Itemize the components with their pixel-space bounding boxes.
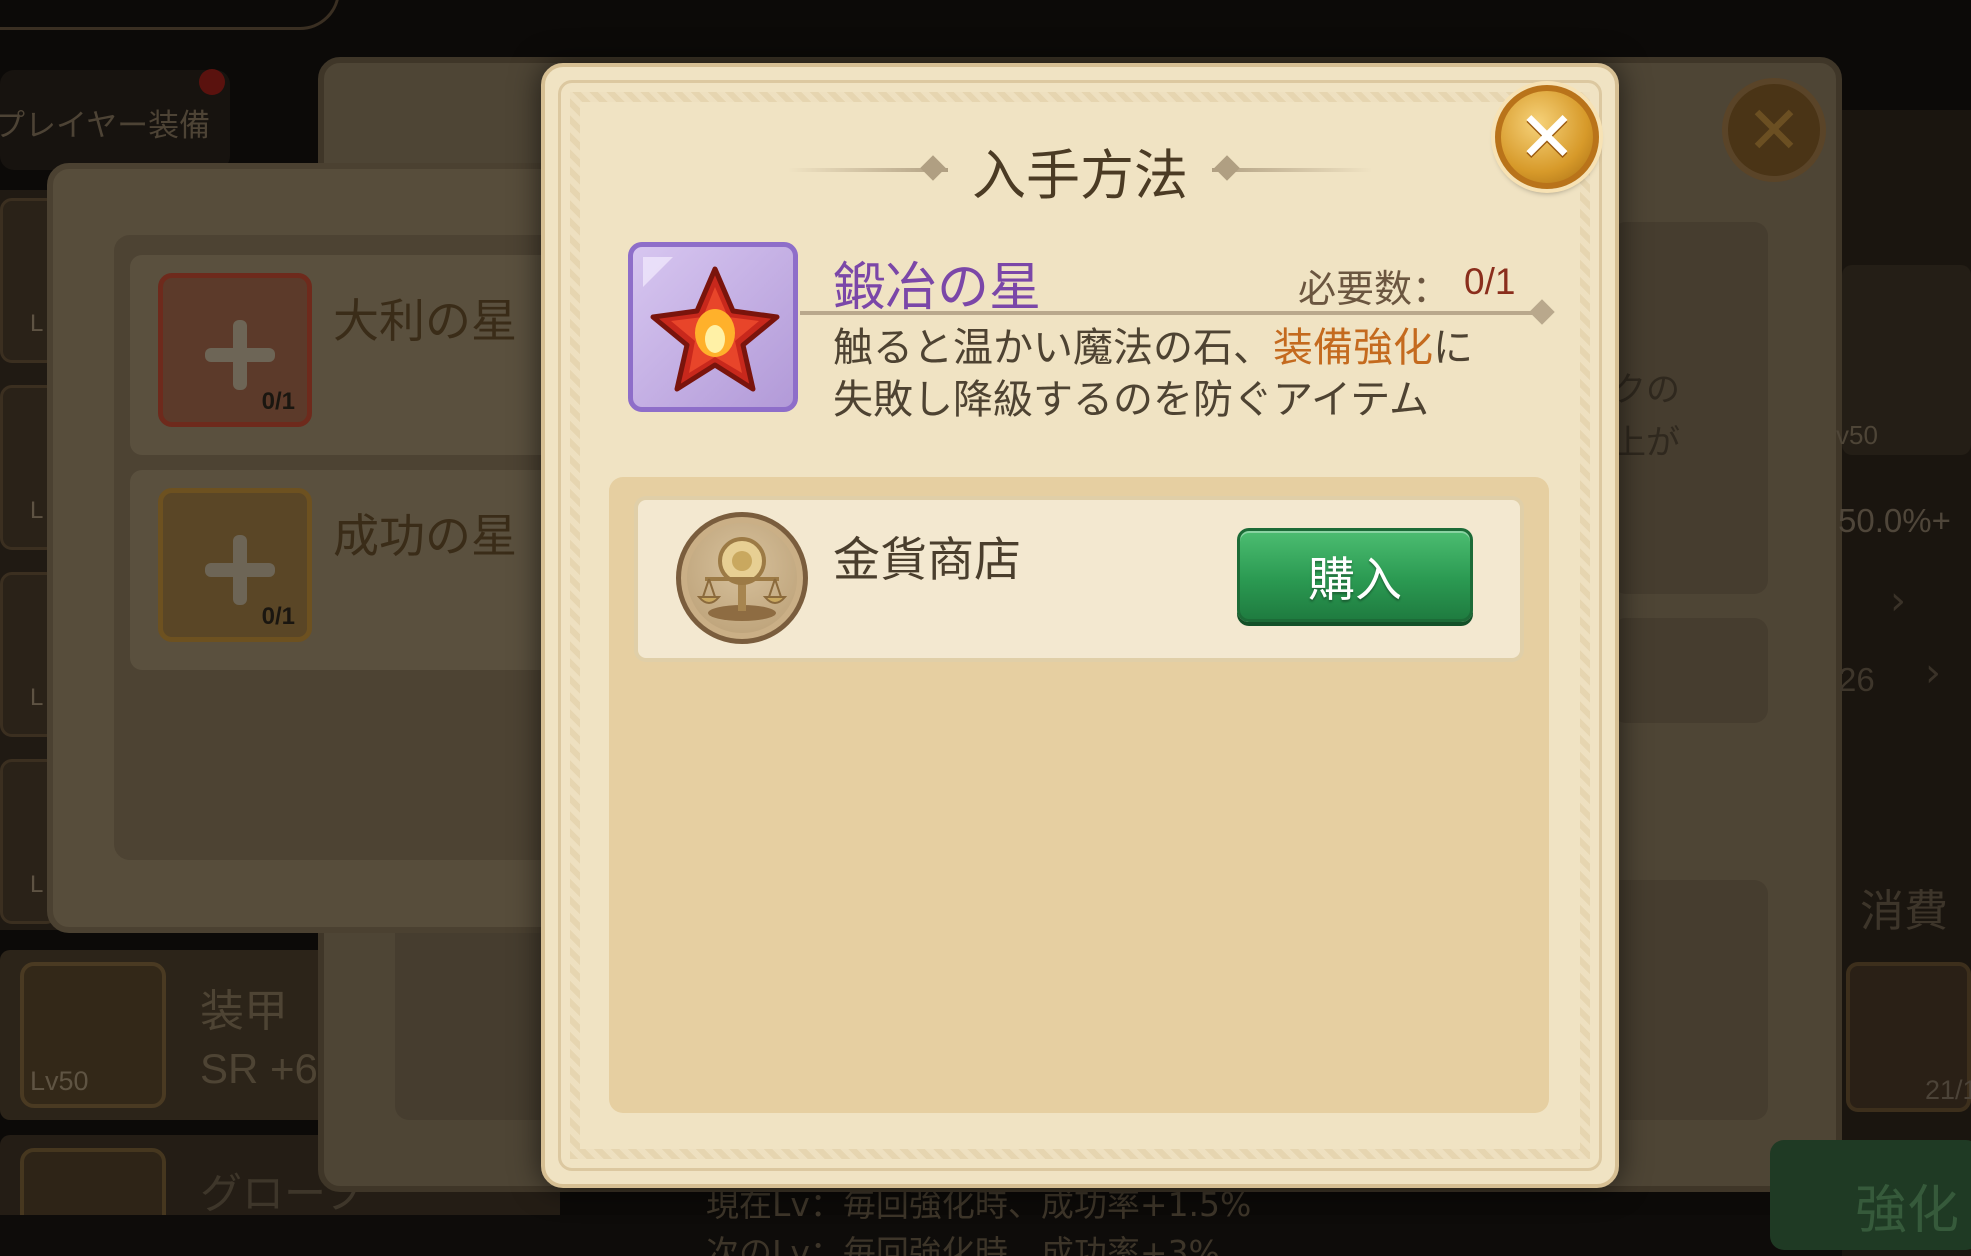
armor-level: Lv50 xyxy=(30,1066,89,1096)
required-count-value: 0/1 xyxy=(1464,261,1516,302)
gold-shop-icon xyxy=(676,512,808,644)
material-count: 0/1 xyxy=(261,603,295,630)
item-name: 鍛冶の星 xyxy=(833,258,1042,318)
success-rate: 50.0%+ xyxy=(1838,502,1951,539)
equipment-slot-level: L xyxy=(30,497,44,524)
item-description-highlight: 装備強化 xyxy=(1273,325,1433,371)
item-name-divider xyxy=(800,311,1545,315)
item-description: 触ると温かい魔法の石、装備強化に失敗し降級するのを防ぐアイテム xyxy=(833,322,1498,460)
background-top-pill xyxy=(0,0,340,30)
dialog-title: 入手方法 xyxy=(972,143,1188,207)
next-level-effect: 次のLv：毎回強化時、成功率+3% xyxy=(706,1233,1220,1256)
enhance-button-label: 強化 xyxy=(1855,1181,1960,1241)
close-icon: ✕ xyxy=(1517,96,1577,178)
title-ornament-right xyxy=(1212,168,1372,172)
equipment-slot-level: L xyxy=(30,310,44,337)
equipment-slot-level: L xyxy=(30,871,44,898)
chevron-right-icon: › xyxy=(1890,578,1906,624)
forge-star-icon xyxy=(628,242,798,412)
close-button[interactable]: ✕ xyxy=(1495,85,1599,189)
armor-rank: SR +6 xyxy=(200,1045,318,1092)
enhance-info-text: 上が xyxy=(1612,423,1680,463)
dialog-header: 入手方法 xyxy=(780,125,1380,215)
panel-close-button: ✕ xyxy=(1722,78,1826,182)
equipment-preview-level: v50 xyxy=(1836,420,1878,450)
player-equipment-tab-label: プレイヤー装備 xyxy=(0,108,211,144)
close-icon: ✕ xyxy=(1746,91,1802,169)
enhance-info-box xyxy=(1612,618,1768,723)
success-star-icon: 0/1 xyxy=(158,488,312,642)
enhance-info-text: クの xyxy=(1612,370,1680,410)
item-description-text: 触ると温かい魔法の石、 xyxy=(833,325,1273,371)
armor-name: 装甲 xyxy=(200,986,288,1037)
material-count: 0/1 xyxy=(261,388,295,415)
stat-value: 26 xyxy=(1838,661,1875,698)
material-name: 成功の星 xyxy=(333,509,517,563)
title-ornament-left xyxy=(788,168,948,172)
equipment-slot-level: L xyxy=(30,684,44,711)
great-profit-star-icon: 0/1 xyxy=(158,273,312,427)
consume-label: 消費 xyxy=(1860,886,1948,937)
chevron-right-icon: › xyxy=(1925,650,1941,696)
buy-button[interactable]: 購入 xyxy=(1237,528,1473,622)
source-name: 金貨商店 xyxy=(833,533,1021,588)
required-count-label: 必要数： xyxy=(1298,267,1451,311)
consume-item-count: 21/10 xyxy=(1925,1075,1971,1105)
material-name: 大利の星 xyxy=(333,294,517,348)
notification-dot xyxy=(199,69,225,95)
